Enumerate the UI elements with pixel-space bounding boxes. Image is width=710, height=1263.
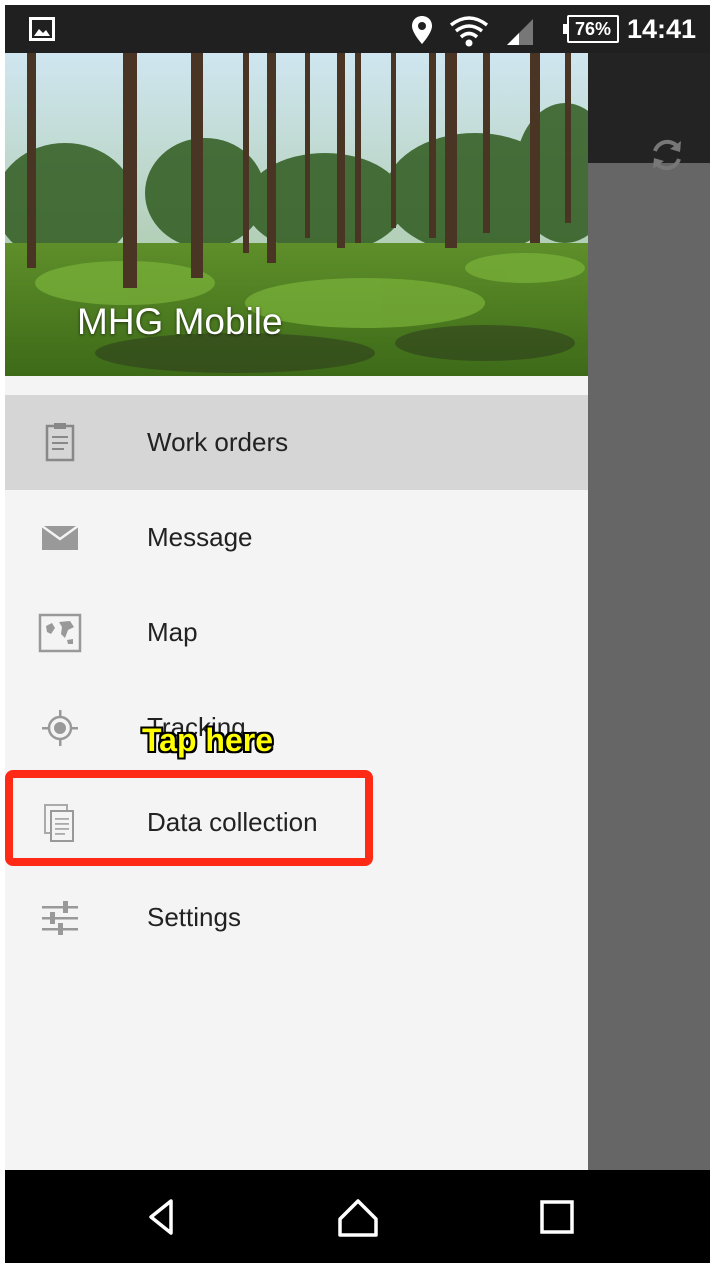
screen: 76% 14:41 MHG Mobile Work orders Message… xyxy=(5,5,710,1263)
status-bar: 76% 14:41 xyxy=(5,5,710,53)
tap-here-annotation: Tap here xyxy=(142,722,273,758)
highlight-box xyxy=(5,770,373,866)
crosshair-icon xyxy=(42,710,78,746)
sliders-icon xyxy=(42,901,78,935)
menu-label-settings: Settings xyxy=(147,902,241,932)
menu-item-settings[interactable]: Settings xyxy=(5,870,588,965)
signal-icon xyxy=(507,19,533,45)
app-title: MHG Mobile xyxy=(77,301,283,342)
menu-label-message: Message xyxy=(147,522,253,552)
menu-item-work-orders[interactable]: Work orders xyxy=(5,395,588,490)
menu-label-map: Map xyxy=(147,617,198,647)
battery-indicator: 76% xyxy=(563,15,619,43)
map-icon xyxy=(38,613,82,653)
home-icon[interactable] xyxy=(336,1195,380,1239)
navigation-drawer: MHG Mobile Work orders Message Map Track… xyxy=(5,53,588,1170)
drawer-header: MHG Mobile xyxy=(5,53,588,376)
image-icon xyxy=(29,17,55,41)
location-icon xyxy=(412,16,432,44)
wifi-icon xyxy=(449,16,489,47)
drawer-menu: Work orders Message Map Tracking Data co… xyxy=(5,395,588,965)
clipboard-icon xyxy=(45,423,75,462)
sync-icon[interactable] xyxy=(645,133,689,177)
back-icon[interactable] xyxy=(141,1195,185,1239)
menu-item-map[interactable]: Map xyxy=(5,585,588,680)
menu-label-work-orders: Work orders xyxy=(147,427,289,457)
system-nav-bar xyxy=(5,1170,710,1263)
menu-item-message[interactable]: Message xyxy=(5,490,588,585)
status-time: 14:41 xyxy=(626,14,696,44)
recents-icon[interactable] xyxy=(535,1195,579,1239)
mail-icon xyxy=(41,524,79,550)
menu-item-tracking[interactable]: Tracking xyxy=(5,680,588,775)
